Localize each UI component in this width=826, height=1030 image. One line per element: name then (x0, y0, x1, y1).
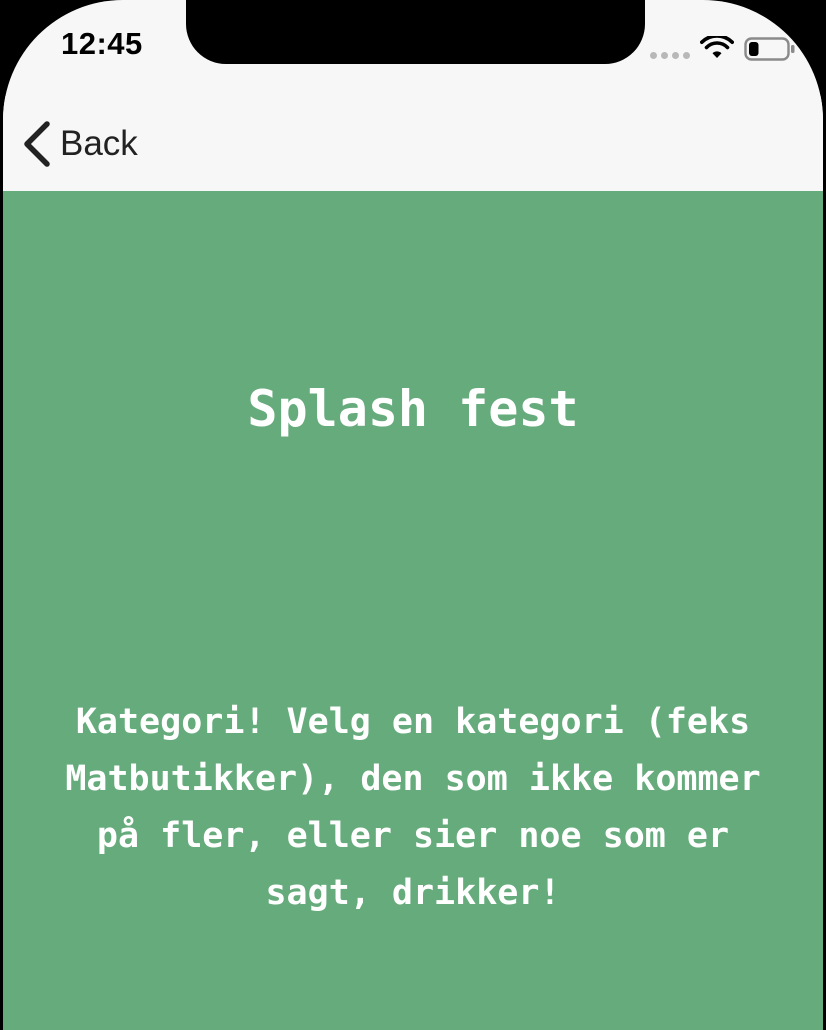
back-label: Back (60, 124, 138, 163)
battery-fill (749, 42, 759, 56)
chevron-left-icon (24, 121, 50, 167)
card-text: Kategori! Velg en kategori (feks Matbuti… (65, 702, 761, 913)
battery-icon (744, 37, 795, 61)
wifi-icon (700, 36, 734, 58)
status-time: 12:45 (61, 26, 143, 61)
cellular-signal-icon (650, 52, 690, 59)
device-notch (186, 0, 645, 64)
card-title: Splash fest (247, 380, 579, 438)
back-button[interactable]: Back (21, 120, 138, 168)
screen: 12:45 Back Splash fest Kategori! Velg en… (3, 0, 823, 1030)
device-frame: 12:45 Back Splash fest Kategori! Velg en… (0, 0, 826, 1030)
navigation-bar: Back (3, 96, 823, 190)
prompt-card: Splash fest Kategori! Velg en kategori (… (3, 191, 823, 1030)
